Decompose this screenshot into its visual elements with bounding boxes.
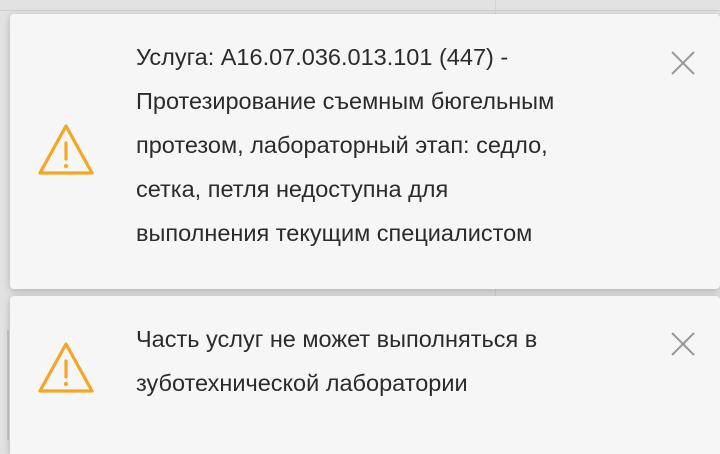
backdrop-divider xyxy=(0,10,720,11)
notification-message: Услуга: A16.07.036.013.101 (447) - Проте… xyxy=(136,44,555,246)
close-icon[interactable] xyxy=(670,50,696,76)
warning-notification: Часть услуг не может выполняться в зубот… xyxy=(10,296,720,454)
warning-icon xyxy=(38,124,94,175)
notification-message: Часть услуг не может выполняться в зубот… xyxy=(136,326,538,396)
warning-icon xyxy=(38,342,94,393)
backdrop-divider xyxy=(7,330,9,440)
warning-notification: Услуга: A16.07.036.013.101 (447) - Проте… xyxy=(10,14,720,289)
close-icon[interactable] xyxy=(670,331,696,357)
